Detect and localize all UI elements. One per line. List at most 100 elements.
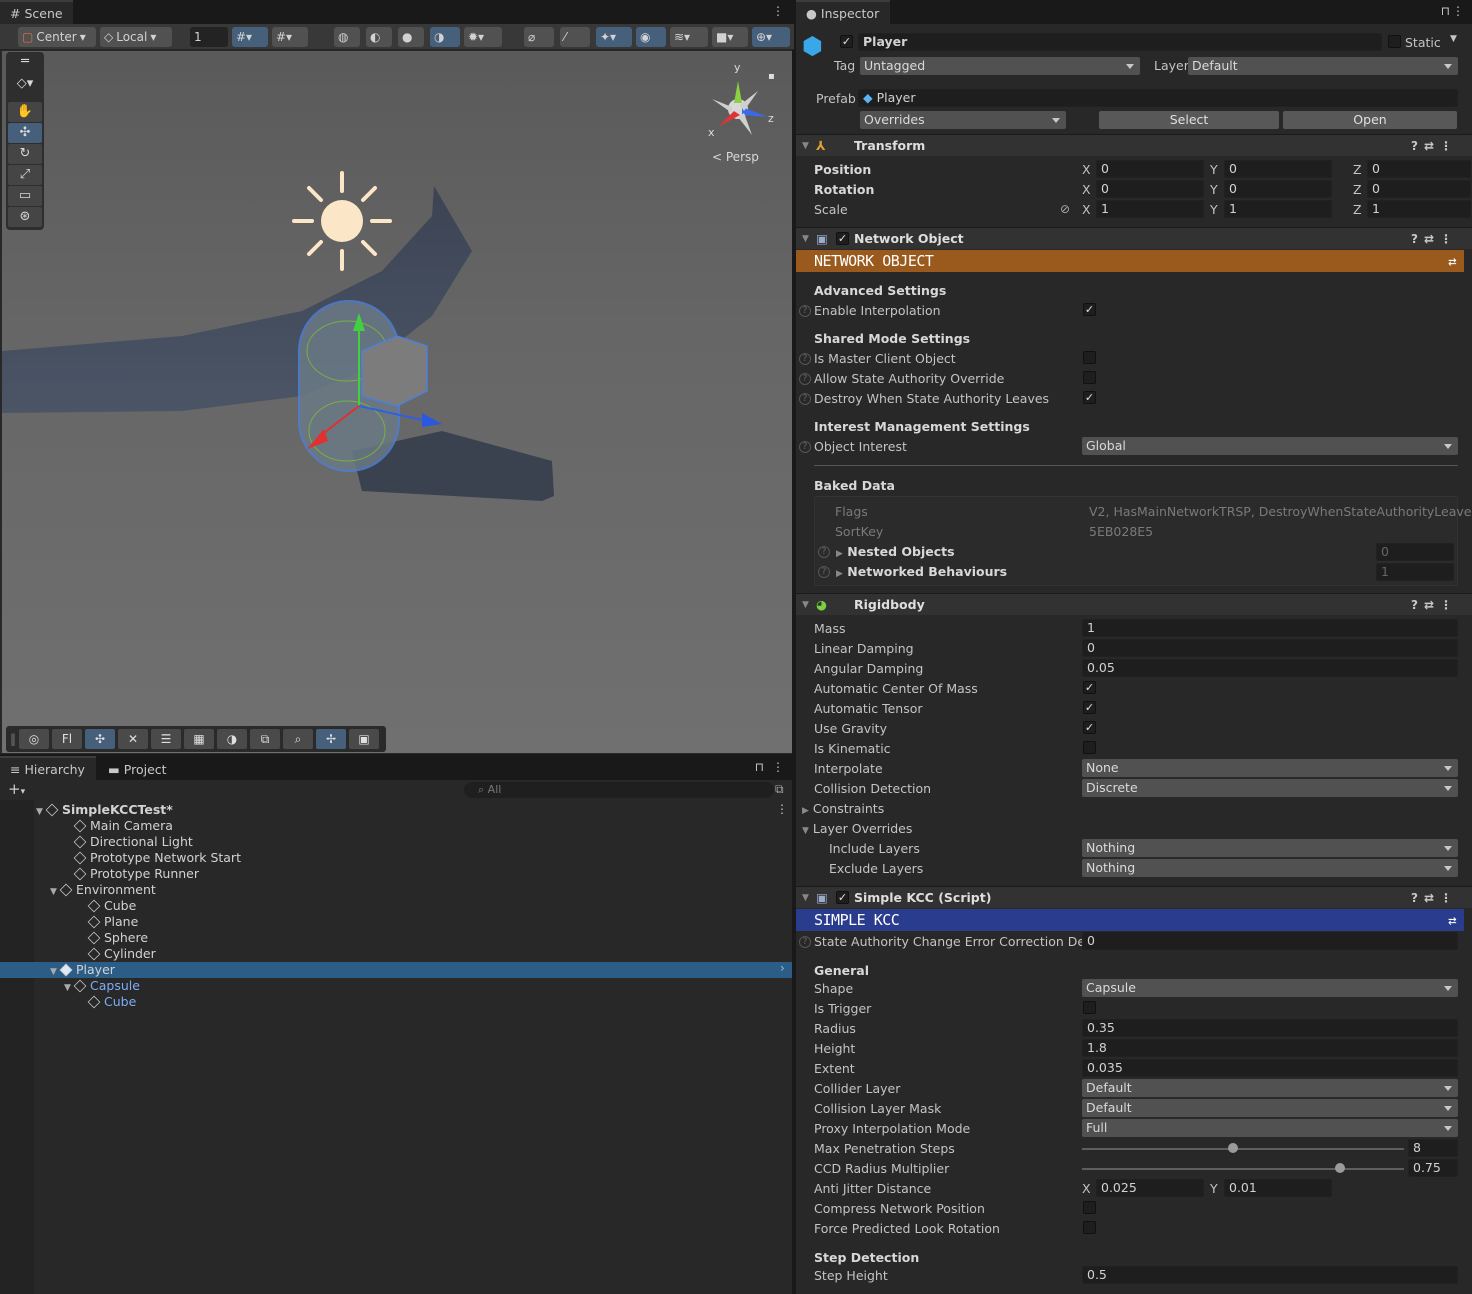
transform-tool-icon[interactable]: ⊛: [8, 207, 42, 227]
gizmos-button[interactable]: ⊕▾: [752, 27, 790, 47]
view-options-icon[interactable]: ◇▾: [8, 74, 42, 94]
name-field[interactable]: Player: [858, 33, 1382, 51]
hierarchy-item[interactable]: Cube: [0, 898, 792, 914]
search-icon[interactable]: ⌕: [283, 729, 313, 749]
tab-hierarchy[interactable]: ≡ Hierarchy: [0, 756, 96, 780]
help-icon[interactable]: ?: [799, 353, 811, 365]
rotate-tool-icon[interactable]: ↻: [8, 144, 42, 164]
constraints-foldout[interactable]: ▶ Constraints: [802, 801, 884, 816]
more-menu-icon[interactable]: ⋮: [772, 4, 784, 18]
is-master-checkbox[interactable]: [1083, 351, 1096, 364]
hierarchy-search-input[interactable]: ⌕ All: [464, 782, 774, 798]
networked-behaviours-label[interactable]: ▶ Networked Behaviours: [836, 564, 1007, 579]
hierarchy-item[interactable]: Plane: [0, 914, 792, 930]
jitter-y-field[interactable]: 0.01: [1224, 1179, 1332, 1197]
maxpen-slider-knob[interactable]: [1228, 1143, 1238, 1153]
z-arrow[interactable]: [422, 413, 442, 427]
force-checkbox[interactable]: [1083, 1221, 1096, 1234]
hierarchy-item[interactable]: ▼ Capsule: [0, 978, 792, 994]
pos-z-field[interactable]: 0: [1367, 160, 1471, 178]
hierarchy-item[interactable]: ▼ SimpleKCCTest*: [0, 802, 792, 818]
fl-button[interactable]: Fl: [52, 729, 82, 749]
radius-field[interactable]: 0.35: [1082, 1019, 1458, 1037]
lin-field[interactable]: 0: [1082, 639, 1458, 657]
maxpen-slider-track[interactable]: [1082, 1148, 1404, 1150]
snap-overlay-icon[interactable]: ✕: [118, 729, 148, 749]
kin-checkbox[interactable]: [1083, 741, 1096, 754]
lit-button[interactable]: ◑: [430, 27, 460, 47]
rotate-overlay-icon[interactable]: ◑: [217, 729, 247, 749]
help-icon[interactable]: ?: [799, 305, 811, 317]
help-icon[interactable]: ?: [799, 441, 811, 453]
layers-button[interactable]: ≋▾: [670, 27, 708, 47]
camera-overlay-icon[interactable]: ▣: [349, 729, 379, 749]
space-dropdown[interactable]: ◇ Local ▾: [100, 27, 172, 47]
scene-viewport[interactable]: y x z ▪ < Persp: [2, 51, 792, 753]
move-tool-icon[interactable]: ✣: [8, 123, 42, 143]
interp-dropdown[interactable]: None: [1082, 759, 1458, 777]
component-icons[interactable]: ?⇄⋮: [1411, 228, 1458, 250]
lock-icon[interactable]: ⊓: [755, 760, 764, 774]
help-icon[interactable]: ?: [799, 393, 811, 405]
height-field[interactable]: 1.8: [1082, 1039, 1458, 1057]
more-menu-icon[interactable]: ⋮: [1452, 4, 1464, 18]
overrides-dropdown[interactable]: Overrides: [860, 111, 1066, 129]
static-checkbox[interactable]: [1388, 35, 1401, 48]
hierarchy-item[interactable]: ▼ Environment: [0, 882, 792, 898]
shape-dropdown[interactable]: Capsule: [1082, 979, 1458, 997]
coll-dropdown[interactable]: Discrete: [1082, 779, 1458, 797]
active-checkbox[interactable]: ✓: [840, 35, 853, 48]
proxy-dropdown[interactable]: Full: [1082, 1119, 1458, 1137]
move-overlay-icon[interactable]: ✣: [85, 729, 115, 749]
open-button[interactable]: Open: [1283, 111, 1457, 129]
transform-header[interactable]: ▼ ⅄ Transform ?⇄⋮: [796, 134, 1472, 156]
grav-checkbox[interactable]: ✓: [1083, 721, 1096, 734]
pivot-dropdown[interactable]: ▢ Center ▾: [18, 27, 96, 47]
step-height-field[interactable]: 0.5: [1082, 1266, 1458, 1284]
add-button[interactable]: +▾: [8, 780, 25, 798]
mass-field[interactable]: 1: [1082, 619, 1458, 637]
increment-snap-button[interactable]: #▾: [272, 27, 308, 47]
hierarchy-item[interactable]: Prototype Runner: [0, 866, 792, 882]
acom-checkbox[interactable]: ✓: [1083, 681, 1096, 694]
enable-interpolation-checkbox[interactable]: ✓: [1083, 303, 1096, 316]
scene-menu-icon[interactable]: ⋮: [776, 802, 788, 816]
component-icons[interactable]: ?⇄⋮: [1411, 135, 1458, 157]
lighting-toggle[interactable]: ⌀: [524, 27, 554, 47]
visibility-toggle[interactable]: ◉: [636, 27, 666, 47]
debug-draw-button[interactable]: ✹▾: [464, 27, 502, 47]
grid-overlay-icon[interactable]: ▦: [184, 729, 214, 749]
hierarchy-item[interactable]: Directional Light: [0, 834, 792, 850]
lock-icon[interactable]: ⊓: [1441, 4, 1450, 18]
object-interest-dropdown[interactable]: Global: [1082, 437, 1458, 455]
hierarchy-item[interactable]: Cube: [0, 994, 792, 1010]
hierarchy-item[interactable]: Main Camera: [0, 818, 792, 834]
grid-snap-button[interactable]: #▾: [232, 27, 268, 47]
pivot-overlay-icon[interactable]: ✢: [316, 729, 346, 749]
atensor-checkbox[interactable]: ✓: [1083, 701, 1096, 714]
chevron-down-icon[interactable]: ▼: [1450, 34, 1457, 44]
align-icon[interactable]: ☰: [151, 729, 181, 749]
component-icons[interactable]: ?⇄⋮: [1411, 887, 1458, 909]
network-object-enabled-checkbox[interactable]: ✓: [836, 232, 849, 245]
pos-y-field[interactable]: 0: [1224, 160, 1332, 178]
search-options-icon[interactable]: ⧉: [775, 782, 784, 797]
tag-dropdown[interactable]: Untagged: [860, 57, 1140, 75]
prefab-field[interactable]: ◆ Player: [858, 89, 1458, 107]
chevron-right-icon[interactable]: ›: [780, 961, 785, 975]
rot-x-field[interactable]: 0: [1096, 180, 1204, 198]
layer-overrides-foldout[interactable]: ▼ Layer Overrides: [802, 821, 912, 836]
help-icon[interactable]: ?: [799, 373, 811, 385]
shaded-button[interactable]: ●: [398, 27, 424, 47]
destroy-when-checkbox[interactable]: ✓: [1083, 391, 1096, 404]
help-icon[interactable]: ?: [799, 936, 811, 948]
shaded-wire-button[interactable]: ◐: [366, 27, 392, 47]
hierarchy-item[interactable]: Sphere: [0, 930, 792, 946]
ccd-slider-track[interactable]: [1082, 1168, 1404, 1170]
audio-toggle[interactable]: ⁄: [560, 27, 590, 47]
jitter-x-field[interactable]: 0.025: [1096, 1179, 1204, 1197]
orientation-gizmo[interactable]: [712, 81, 768, 135]
scale-tool-icon[interactable]: ⤢: [8, 165, 42, 185]
hierarchy-item[interactable]: ▼ Player: [0, 962, 792, 978]
simple-kcc-header[interactable]: ▼ ▣ ✓ Simple KCC (Script) ?⇄⋮: [796, 886, 1472, 908]
